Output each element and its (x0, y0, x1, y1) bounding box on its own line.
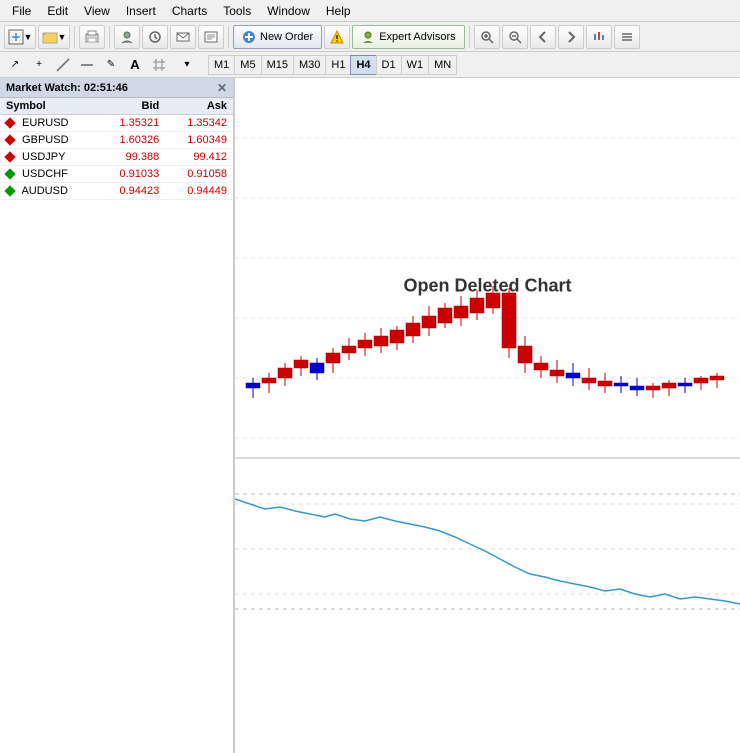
market-watch-close[interactable]: ✕ (217, 81, 227, 95)
market-watch-row[interactable]: EURUSD 1.35321 1.35342 (0, 115, 233, 132)
indicator-chart (235, 458, 740, 753)
menu-view[interactable]: View (76, 2, 118, 20)
indicator-svg (235, 459, 740, 639)
print-button[interactable] (79, 25, 105, 49)
tf-m30[interactable]: M30 (293, 55, 325, 75)
crosshair-tool-button[interactable]: + (28, 54, 50, 76)
market-watch-row[interactable]: USDCHF 0.91033 0.91058 (0, 166, 233, 183)
toolbar-separator-4 (469, 26, 470, 48)
cursor-dropdown-button[interactable]: ▾ (172, 54, 202, 76)
col-ask: Ask (165, 98, 233, 115)
ask-cell: 1.60349 (165, 132, 233, 149)
symbol-cell: USDJPY (0, 149, 98, 166)
history-button[interactable] (142, 25, 168, 49)
pencil-tool-button[interactable]: ✎ (100, 54, 122, 76)
new-chart-button[interactable]: ▼ (4, 25, 36, 49)
market-watch-row[interactable]: GBPUSD 1.60326 1.60349 (0, 132, 233, 149)
expert-advisors-button[interactable]: Expert Advisors (352, 25, 464, 49)
zoom-in-button[interactable] (474, 25, 500, 49)
menu-tools[interactable]: Tools (215, 2, 259, 20)
tf-d1[interactable]: D1 (376, 55, 401, 75)
tf-h4[interactable]: H4 (350, 55, 375, 75)
chart-area: Open Deleted Chart (235, 78, 740, 753)
open-button[interactable]: ▼ (38, 25, 70, 49)
scroll-right-button[interactable] (558, 25, 584, 49)
ask-cell: 1.35342 (165, 115, 233, 132)
mail-button[interactable] (170, 25, 196, 49)
symbol-cell: AUDUSD (0, 183, 98, 200)
bid-cell: 0.91033 (98, 166, 166, 183)
market-watch-panel: Market Watch: 02:51:46 ✕ Symbol Bid Ask … (0, 78, 235, 753)
col-bid: Bid (98, 98, 166, 115)
warning-button[interactable] (324, 25, 350, 49)
period-sep-button[interactable] (586, 25, 612, 49)
symbol-cell: EURUSD (0, 115, 98, 132)
bid-cell: 99.388 (98, 149, 166, 166)
tf-w1[interactable]: W1 (401, 55, 429, 75)
bid-cell: 1.60326 (98, 132, 166, 149)
tf-m1[interactable]: M1 (208, 55, 234, 75)
menu-window[interactable]: Window (259, 2, 318, 20)
bid-cell: 0.94423 (98, 183, 166, 200)
col-symbol: Symbol (0, 98, 98, 115)
toolbar-separator-2 (109, 26, 110, 48)
properties2-button[interactable] (614, 25, 640, 49)
menu-edit[interactable]: Edit (39, 2, 76, 20)
market-watch-row[interactable]: AUDUSD 0.94423 0.94449 (0, 183, 233, 200)
ask-cell: 0.91058 (165, 166, 233, 183)
text-tool-button[interactable]: A (124, 54, 146, 76)
ask-cell: 99.412 (165, 149, 233, 166)
toolbar1: ▼ ▼ (0, 22, 740, 52)
arrow-tool-button[interactable]: ↗ (4, 54, 26, 76)
menu-file[interactable]: File (4, 2, 39, 20)
symbol-cell: USDCHF (0, 166, 98, 183)
market-watch-table: Symbol Bid Ask EURUSD 1.35321 1.35342 GB… (0, 98, 233, 200)
timeframe-group: M1 M5 M15 M30 H1 H4 D1 W1 MN (208, 55, 457, 75)
candle-chart[interactable]: Open Deleted Chart (235, 78, 740, 458)
hline-tool-button[interactable] (76, 54, 98, 76)
symbol-cell: GBPUSD (0, 132, 98, 149)
menubar: File Edit View Insert Charts Tools Windo… (0, 0, 740, 22)
ask-cell: 0.94449 (165, 183, 233, 200)
zoom-out-button[interactable] (502, 25, 528, 49)
grid-tool-button[interactable] (148, 54, 170, 76)
market-watch-row[interactable]: USDJPY 99.388 99.412 (0, 149, 233, 166)
toolbar-separator-3 (228, 26, 229, 48)
news-button[interactable] (198, 25, 224, 49)
menu-help[interactable]: Help (318, 2, 359, 20)
market-watch-title: Market Watch: 02:51:46 (6, 82, 128, 94)
market-watch-header: Market Watch: 02:51:46 ✕ (0, 78, 233, 98)
menu-charts[interactable]: Charts (164, 2, 215, 20)
line-tool-button[interactable] (52, 54, 74, 76)
main-area: Market Watch: 02:51:46 ✕ Symbol Bid Ask … (0, 78, 740, 753)
tf-m5[interactable]: M5 (234, 55, 260, 75)
toolbar2: ↗ + ✎ A ▾ M1 M5 M15 M30 H1 H4 D1 W1 MN (0, 52, 740, 78)
bid-cell: 1.35321 (98, 115, 166, 132)
tf-h1[interactable]: H1 (325, 55, 350, 75)
scroll-left-button[interactable] (530, 25, 556, 49)
toolbar-separator-1 (74, 26, 75, 48)
menu-insert[interactable]: Insert (118, 2, 164, 20)
tf-m15[interactable]: M15 (261, 55, 293, 75)
new-order-button[interactable]: New Order (233, 25, 322, 49)
tf-mn[interactable]: MN (428, 55, 457, 75)
candlestick-svg (235, 78, 740, 458)
profiles-button[interactable] (114, 25, 140, 49)
